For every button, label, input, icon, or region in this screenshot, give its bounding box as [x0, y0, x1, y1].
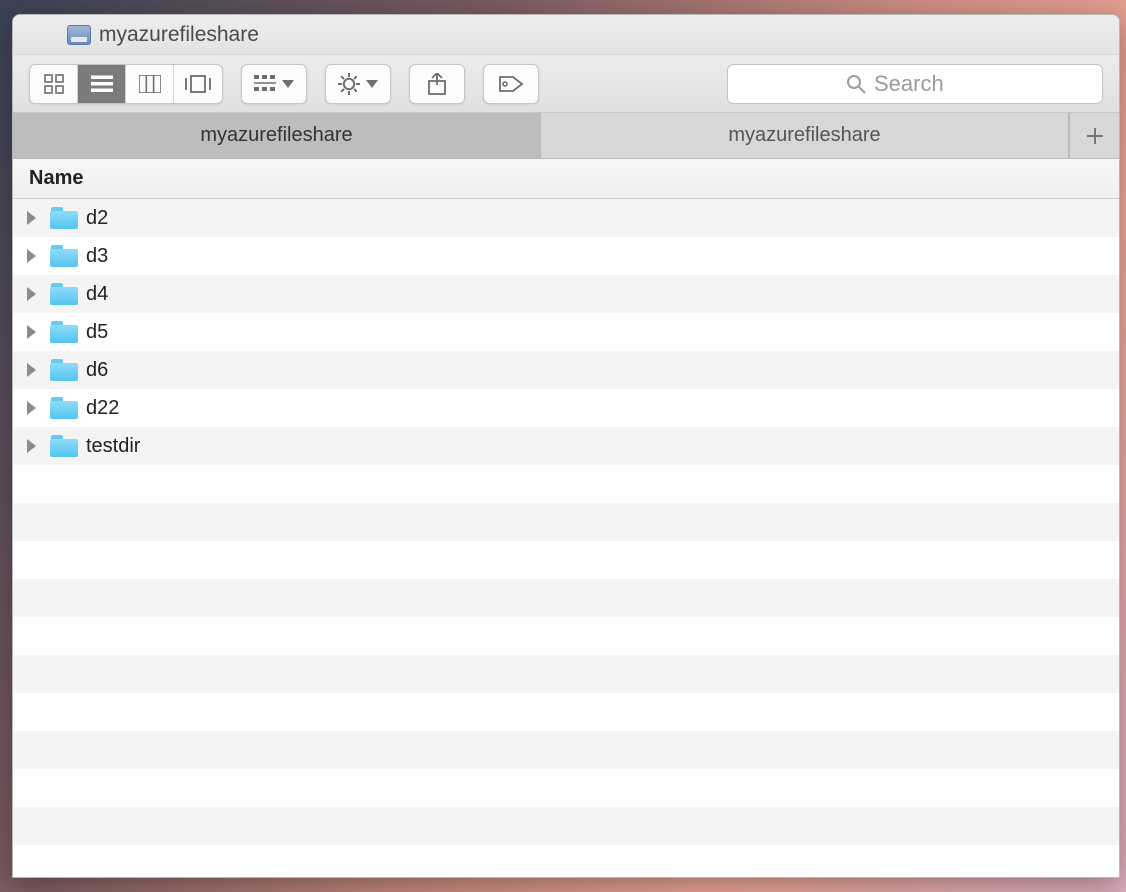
tags-button[interactable]: [483, 64, 539, 104]
chevron-down-icon: [282, 80, 294, 88]
folder-icon: [50, 321, 78, 343]
table-row[interactable]: d22: [13, 389, 1119, 427]
folder-icon: [50, 359, 78, 381]
table-row[interactable]: d3: [13, 237, 1119, 275]
search-field[interactable]: [727, 64, 1103, 104]
tab-label: myazurefileshare: [728, 124, 880, 147]
disclosure-triangle-icon[interactable]: [27, 439, 36, 453]
gear-icon: [338, 73, 360, 95]
empty-row: [13, 693, 1119, 731]
view-mode-group: [29, 64, 223, 104]
file-name: d6: [86, 359, 108, 382]
list-view-button[interactable]: [78, 65, 126, 103]
file-name: d5: [86, 321, 108, 344]
disclosure-triangle-icon[interactable]: [27, 325, 36, 339]
empty-row: [13, 617, 1119, 655]
empty-row: [13, 769, 1119, 807]
table-row[interactable]: testdir: [13, 427, 1119, 465]
action-button[interactable]: [325, 64, 391, 104]
tab-0[interactable]: myazurefileshare: [13, 113, 541, 158]
window-title: myazurefileshare: [99, 23, 259, 47]
columns-icon: [139, 75, 161, 93]
empty-row: [13, 731, 1119, 769]
file-list[interactable]: d2 d3 d4 d5 d6 d22 testdir: [13, 199, 1119, 877]
tab-label: myazurefileshare: [200, 124, 352, 147]
arrange-button[interactable]: [241, 64, 307, 104]
disclosure-triangle-icon[interactable]: [27, 363, 36, 377]
toolbar: [13, 55, 1119, 113]
table-row[interactable]: d2: [13, 199, 1119, 237]
column-view-button[interactable]: [126, 65, 174, 103]
folder-icon: [50, 283, 78, 305]
coverflow-icon: [185, 75, 211, 93]
search-input[interactable]: [874, 71, 984, 97]
titlebar[interactable]: myazurefileshare: [13, 15, 1119, 55]
chevron-down-icon: [366, 80, 378, 88]
disclosure-triangle-icon[interactable]: [27, 401, 36, 415]
finder-window: myazurefileshare: [12, 14, 1120, 878]
folder-icon: [50, 207, 78, 229]
empty-row: [13, 465, 1119, 503]
new-tab-button[interactable]: [1069, 113, 1119, 158]
disclosure-triangle-icon[interactable]: [27, 249, 36, 263]
plus-icon: [1086, 127, 1104, 145]
folder-icon: [50, 397, 78, 419]
file-name: d2: [86, 207, 108, 230]
empty-row: [13, 807, 1119, 845]
tab-1[interactable]: myazurefileshare: [541, 113, 1069, 158]
icon-view-button[interactable]: [30, 65, 78, 103]
file-name: d22: [86, 397, 119, 420]
share-button[interactable]: [409, 64, 465, 104]
disclosure-triangle-icon[interactable]: [27, 211, 36, 225]
file-name: testdir: [86, 435, 140, 458]
empty-row: [13, 845, 1119, 877]
folder-icon: [50, 435, 78, 457]
tag-icon: [498, 75, 524, 93]
column-header-label: Name: [29, 167, 83, 190]
file-name: d3: [86, 245, 108, 268]
empty-row: [13, 541, 1119, 579]
column-header-name[interactable]: Name: [13, 159, 1119, 199]
desktop-background: myazurefileshare: [0, 0, 1126, 892]
disclosure-triangle-icon[interactable]: [27, 287, 36, 301]
folder-icon: [50, 245, 78, 267]
table-row[interactable]: d5: [13, 313, 1119, 351]
grid-icon: [44, 74, 64, 94]
coverflow-view-button[interactable]: [174, 65, 222, 103]
network-drive-icon: [67, 25, 91, 45]
file-name: d4: [86, 283, 108, 306]
table-row[interactable]: d6: [13, 351, 1119, 389]
table-row[interactable]: d4: [13, 275, 1119, 313]
empty-row: [13, 503, 1119, 541]
tab-bar: myazurefileshare myazurefileshare: [13, 113, 1119, 159]
empty-row: [13, 655, 1119, 693]
list-icon: [91, 75, 113, 93]
share-icon: [427, 73, 447, 95]
search-icon: [846, 74, 866, 94]
arrange-icon: [254, 75, 276, 93]
empty-row: [13, 579, 1119, 617]
